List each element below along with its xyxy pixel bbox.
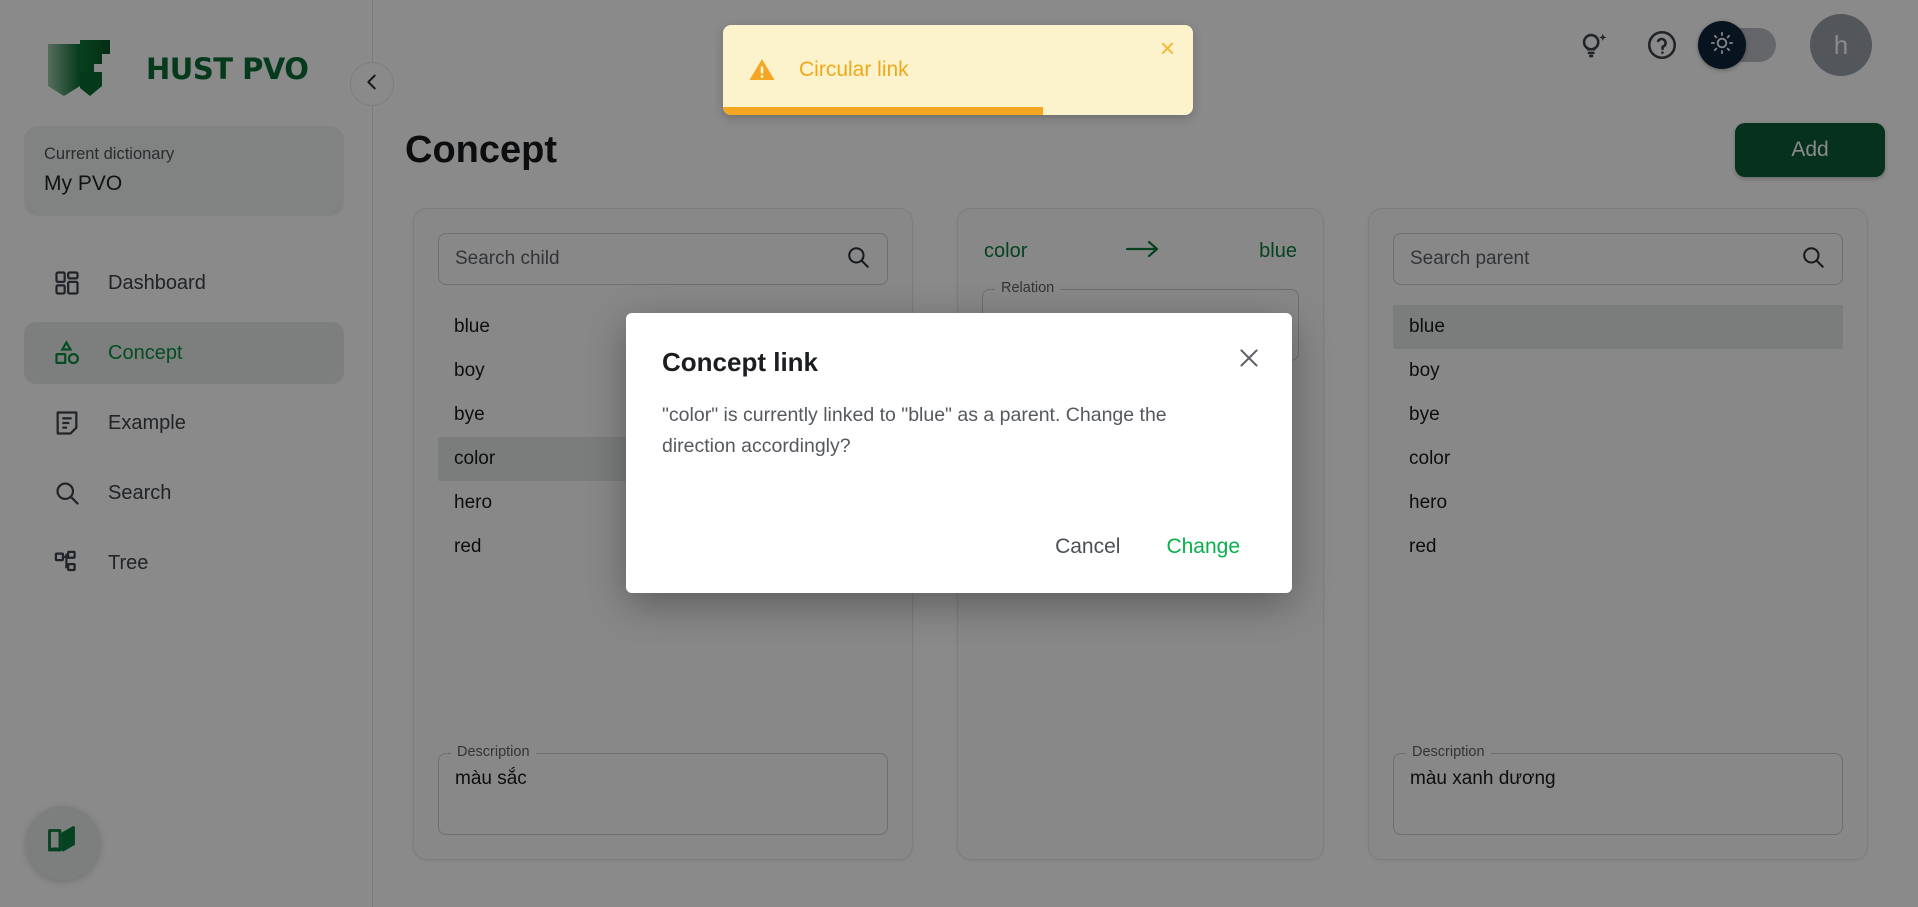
toast-notification: Circular link × (723, 25, 1193, 115)
cancel-button[interactable]: Cancel (1039, 527, 1136, 567)
toast-progress-bar (723, 107, 1043, 115)
close-icon[interactable] (1236, 345, 1262, 376)
modal-title: Concept link (662, 347, 819, 377)
concept-link-modal: Concept link "color" is currently linked… (626, 313, 1292, 593)
toast-message: Circular link (799, 58, 909, 81)
modal-body-text: "color" is currently linked to "blue" as… (662, 404, 1167, 457)
toast-close-button[interactable]: × (1160, 35, 1175, 61)
toast-body: Circular link (723, 25, 1193, 115)
change-button[interactable]: Change (1150, 527, 1256, 567)
warning-triangle-icon (747, 55, 777, 85)
modal-actions: Cancel Change (1039, 527, 1256, 567)
